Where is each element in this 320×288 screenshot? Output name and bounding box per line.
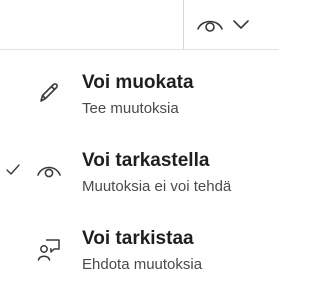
menu-item-subtitle: Tee muutoksia bbox=[82, 100, 179, 117]
menu-item-can-review[interactable]: Voi tarkistaa Ehdota muutoksia bbox=[0, 216, 279, 288]
menu-item-can-view[interactable]: Voi tarkastella Muutoksia ei voi tehdä bbox=[0, 138, 279, 216]
pencil-icon bbox=[36, 80, 62, 106]
eye-icon bbox=[36, 158, 62, 184]
permission-menu: Voi muokata Tee muutoksia Voi tarkastell… bbox=[0, 60, 279, 288]
toolbar bbox=[0, 0, 279, 50]
toolbar-divider bbox=[183, 0, 184, 49]
menu-item-subtitle: Ehdota muutoksia bbox=[82, 256, 203, 273]
menu-item-subtitle: Muutoksia ei voi tehdä bbox=[82, 178, 232, 195]
chevron-down-icon bbox=[232, 18, 250, 30]
menu-item-title: Voi tarkistaa bbox=[82, 228, 194, 249]
menu-item-title: Voi tarkastella bbox=[82, 150, 210, 171]
checkmark-icon bbox=[4, 160, 22, 178]
viewing-mode-dropdown-button[interactable] bbox=[196, 8, 268, 40]
eye-icon bbox=[196, 14, 224, 34]
permission-mode-menu: Voi muokata Tee muutoksia Voi tarkastell… bbox=[0, 0, 279, 288]
menu-item-can-edit[interactable]: Voi muokata Tee muutoksia bbox=[0, 60, 279, 138]
person-comment-icon bbox=[36, 236, 62, 262]
menu-item-title: Voi muokata bbox=[82, 72, 194, 93]
